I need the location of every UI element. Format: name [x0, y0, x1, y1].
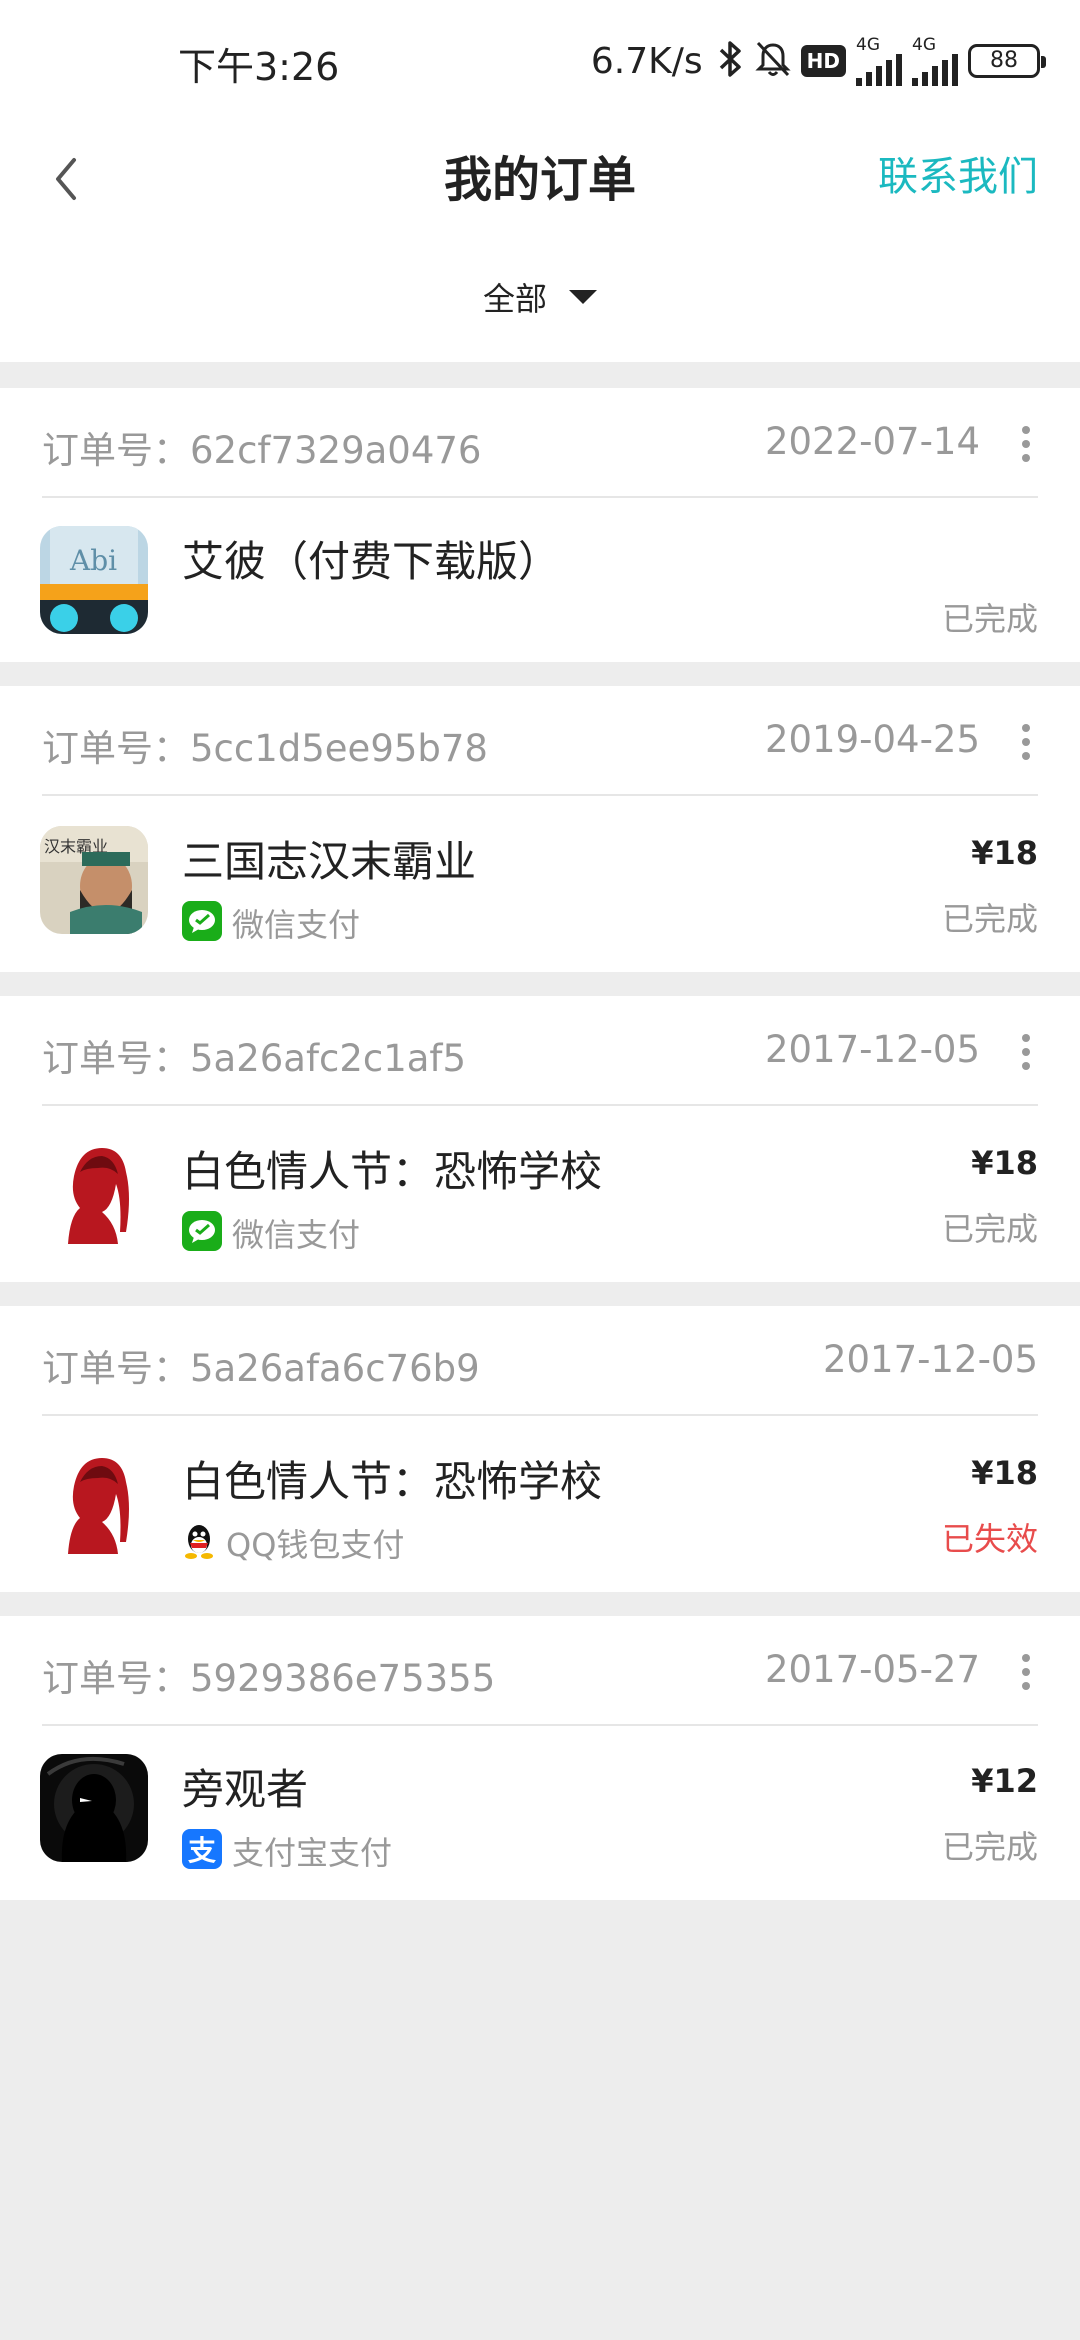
order-card[interactable]: 订单号：5cc1d5ee95b78 2019-04-25 汉末霸业 三国志汉末霸…	[0, 686, 1080, 972]
order-date: 2017-12-05	[822, 1338, 1038, 1381]
filter-bar: 全部	[0, 238, 1080, 362]
order-header: 订单号：5cc1d5ee95b78 2019-04-25	[42, 686, 1038, 796]
app-icon-white-day	[40, 1446, 148, 1554]
payment-method: QQ钱包支付	[182, 1520, 404, 1566]
app-name: 白色情人节：恐怖学校	[182, 1147, 603, 1196]
payment-label: QQ钱包支付	[226, 1526, 405, 1564]
mute-bell-icon	[755, 40, 791, 82]
order-card[interactable]: 订单号：62cf7329a0476 2022-07-14 Abi 艾彼（付费下载…	[0, 388, 1080, 662]
order-card[interactable]: 订单号：5a26afc2c1af5 2017-12-05 白色情人节：恐怖学校 …	[0, 996, 1080, 1282]
status-icons: 6.7K/s HD 4G 4G 88	[590, 36, 1046, 86]
order-status: 已完成	[941, 1828, 1038, 1866]
app-icon-white-day	[40, 1136, 148, 1244]
app-name: 三国志汉末霸业	[182, 837, 477, 886]
alipay-icon: 支	[182, 1829, 222, 1873]
order-number: 订单号：5929386e75355	[42, 1657, 496, 1700]
order-date: 2017-12-05	[764, 1028, 980, 1071]
order-price: ¥12	[971, 1762, 1038, 1800]
app-name: 白色情人节：恐怖学校	[182, 1457, 603, 1506]
bluetooth-icon	[717, 40, 745, 82]
payment-method: 微信支付	[182, 900, 360, 946]
app-header: 我的订单 联系我们	[0, 120, 1080, 238]
order-date: 2019-04-25	[764, 718, 980, 761]
payment-label: 微信支付	[232, 906, 361, 944]
payment-label: 微信支付	[232, 1216, 361, 1254]
svg-text:Abi: Abi	[69, 544, 117, 577]
order-status: 已完成	[941, 600, 1038, 638]
status-bar: 下午3:26 6.7K/s HD 4G 4G 88	[0, 0, 1080, 120]
payment-method: 微信支付	[182, 1210, 360, 1256]
order-price: ¥18	[971, 1144, 1038, 1182]
order-header: 订单号：5a26afa6c76b9 2017-12-05	[42, 1306, 1038, 1416]
payment-label: 支付宝支付	[232, 1834, 393, 1872]
order-status: 已失效	[941, 1520, 1038, 1558]
filter-dropdown[interactable]: 全部	[483, 274, 597, 320]
order-date: 2017-05-27	[764, 1648, 980, 1691]
dropdown-triangle-icon	[569, 290, 597, 304]
battery-icon: 88	[968, 44, 1046, 78]
order-number: 订单号：62cf7329a0476	[42, 429, 482, 472]
more-options-icon[interactable]	[1020, 724, 1032, 760]
wechat-pay-icon	[182, 1211, 222, 1255]
status-time: 下午3:26	[178, 45, 340, 89]
order-price: ¥18	[971, 1454, 1038, 1492]
network-type-1: 4G	[856, 35, 880, 55]
order-number: 订单号：5cc1d5ee95b78	[42, 727, 488, 770]
order-header: 订单号：62cf7329a0476 2022-07-14	[42, 388, 1038, 498]
filter-label: 全部	[482, 280, 547, 318]
signal-icon-2: 4G	[912, 36, 958, 86]
network-speed: 6.7K/s	[590, 40, 703, 82]
more-options-icon[interactable]	[1020, 426, 1032, 462]
app-icon-abi: Abi	[40, 526, 148, 634]
order-status: 已完成	[941, 900, 1038, 938]
svg-text:支: 支	[188, 1834, 216, 1867]
signal-icon-1: 4G	[856, 36, 902, 86]
network-type-2: 4G	[912, 35, 936, 55]
order-date: 2022-07-14	[764, 420, 980, 463]
qq-wallet-icon	[182, 1521, 216, 1565]
order-header: 订单号：5a26afc2c1af5 2017-12-05	[42, 996, 1038, 1106]
payment-method: 支 支付宝支付	[182, 1828, 392, 1874]
order-card[interactable]: 订单号：5929386e75355 2017-05-27 旁观者 支 支付宝支付…	[0, 1616, 1080, 1900]
app-icon-sanguozhi: 汉末霸业	[40, 826, 148, 934]
order-card[interactable]: 订单号：5a26afa6c76b9 2017-12-05 白色情人节：恐怖学校 …	[0, 1306, 1080, 1592]
more-options-icon[interactable]	[1020, 1034, 1032, 1070]
app-name: 旁观者	[182, 1765, 309, 1814]
order-status: 已完成	[941, 1210, 1038, 1248]
more-options-icon[interactable]	[1020, 1654, 1032, 1690]
hd-badge: HD	[800, 45, 846, 77]
order-number: 订单号：5a26afc2c1af5	[42, 1037, 467, 1080]
app-name: 艾彼（付费下载版）	[182, 537, 561, 586]
order-price: ¥18	[971, 834, 1038, 872]
order-header: 订单号：5929386e75355 2017-05-27	[42, 1616, 1038, 1726]
contact-us-link[interactable]: 联系我们	[878, 144, 1038, 202]
app-icon-bystander	[40, 1754, 148, 1862]
order-number: 订单号：5a26afa6c76b9	[42, 1347, 480, 1390]
wechat-pay-icon	[182, 901, 222, 945]
